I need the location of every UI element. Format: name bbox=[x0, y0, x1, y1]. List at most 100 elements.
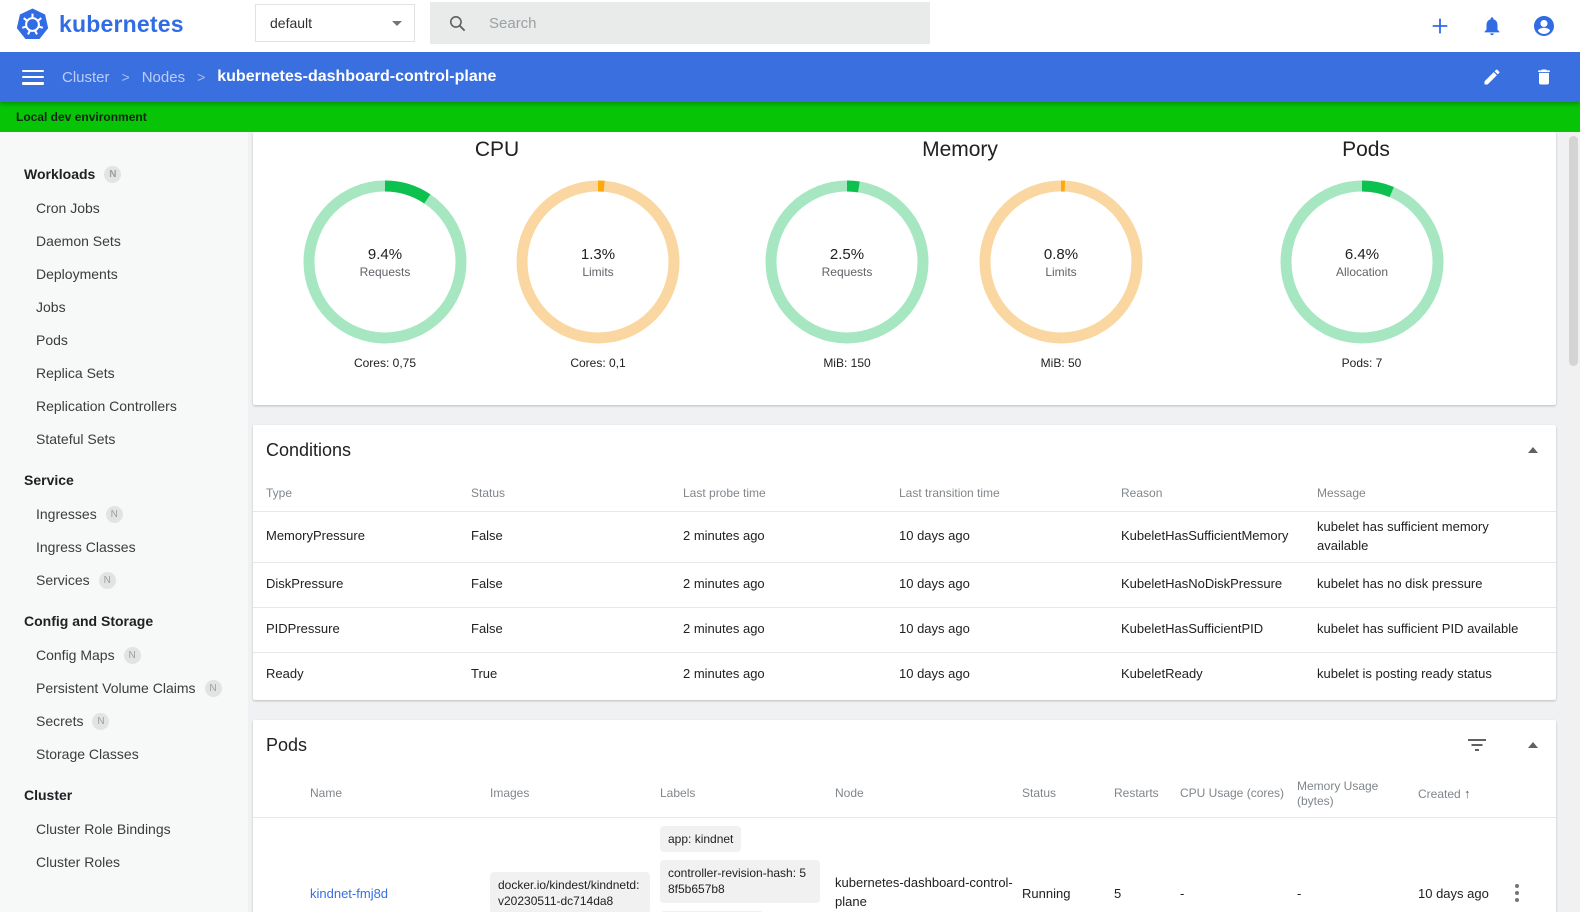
environment-banner: Local dev environment bbox=[0, 102, 1580, 132]
table-row: PIDPressure False 2 minutes ago 10 days … bbox=[253, 606, 1556, 652]
account-button[interactable] bbox=[1532, 14, 1556, 38]
filter-icon[interactable] bbox=[1468, 738, 1486, 752]
sort-ascending-icon: ↑ bbox=[1464, 785, 1471, 801]
breadcrumb-nodes[interactable]: Nodes bbox=[142, 69, 185, 86]
sidebar-item-pods[interactable]: Pods bbox=[0, 324, 248, 357]
metric-title-pods: Pods bbox=[1342, 138, 1390, 161]
sidebar-item-secrets[interactable]: Secrets N bbox=[0, 705, 248, 738]
top-app-bar: kubernetes default Search bbox=[0, 0, 1580, 52]
sidebar-section-workloads[interactable]: Workloads N bbox=[0, 156, 248, 192]
main-content: CPU Memory Pods 9.4% Requests Cores: 0,7… bbox=[248, 132, 1580, 912]
sidebar-item-daemon-sets[interactable]: Daemon Sets bbox=[0, 225, 248, 258]
kubernetes-wheel-icon bbox=[16, 8, 49, 39]
donut-memory-limits: 0.8% Limits MiB: 50 bbox=[977, 178, 1145, 370]
table-row: kindnet-fmj8d docker.io/kindest/kindnetd… bbox=[253, 818, 1556, 912]
pod-created: 10 days ago bbox=[1418, 885, 1489, 901]
conditions-header-row: Type Status Last probe time Last transit… bbox=[253, 475, 1556, 511]
pod-memory-usage: - bbox=[1297, 885, 1302, 901]
sidebar-item-services[interactable]: Services N bbox=[0, 564, 248, 597]
col-type: Type bbox=[266, 486, 293, 500]
pods-title: Pods bbox=[266, 734, 308, 755]
pod-cpu-usage: - bbox=[1180, 885, 1185, 901]
namespaced-badge: N bbox=[204, 680, 222, 697]
sidebar-item-persistent-volume-claims[interactable]: Persistent Volume Claims N bbox=[0, 672, 248, 705]
col-message: Message bbox=[1317, 486, 1366, 500]
sidebar-item-replica-sets[interactable]: Replica Sets bbox=[0, 357, 248, 390]
sidebar-item-deployments[interactable]: Deployments bbox=[0, 258, 248, 291]
sidebar-item-config-maps[interactable]: Config Maps N bbox=[0, 639, 248, 672]
col-node[interactable]: Node bbox=[835, 786, 1022, 800]
scrollbar-thumb[interactable] bbox=[1569, 136, 1578, 366]
delete-trash-button[interactable] bbox=[1532, 65, 1556, 89]
sidebar-item-ingresses[interactable]: Ingresses N bbox=[0, 498, 248, 531]
image-chip: docker.io/kindest/kindnetd:v20230511-dc7… bbox=[490, 871, 650, 912]
sidebar-item-storage-classes[interactable]: Storage Classes bbox=[0, 738, 248, 771]
table-row: DiskPressure False 2 minutes ago 10 days… bbox=[253, 561, 1556, 607]
donut-memory-requests: 2.5% Requests MiB: 150 bbox=[763, 178, 931, 370]
breadcrumb-bar: Cluster > Nodes > kubernetes-dashboard-c… bbox=[0, 52, 1580, 102]
col-created[interactable]: Created ↑ bbox=[1418, 786, 1502, 802]
sidebar-section-config-storage[interactable]: Config and Storage bbox=[0, 603, 248, 639]
sidebar-item-jobs[interactable]: Jobs bbox=[0, 291, 248, 324]
namespace-selector[interactable]: default bbox=[255, 4, 415, 42]
namespaced-badge: N bbox=[98, 572, 116, 589]
sidebar-item-cluster-roles[interactable]: Cluster Roles bbox=[0, 846, 248, 879]
pod-node: kubernetes-dashboard-control-plane bbox=[835, 875, 1013, 909]
pod-restarts: 5 bbox=[1114, 885, 1122, 901]
collapse-caret-icon[interactable] bbox=[1528, 742, 1538, 748]
scrollbar[interactable] bbox=[1567, 132, 1580, 912]
label-chip: controller-revision-hash: 58f5b657b8 bbox=[660, 860, 820, 903]
col-name[interactable]: Name bbox=[310, 786, 490, 800]
brand-name: kubernetes bbox=[59, 11, 184, 37]
sidebar-item-cron-jobs[interactable]: Cron Jobs bbox=[0, 192, 248, 225]
col-restarts[interactable]: Restarts bbox=[1114, 786, 1180, 800]
conditions-card: Conditions Type Status Last probe time L… bbox=[253, 425, 1556, 700]
breadcrumb-separator: > bbox=[121, 69, 130, 85]
kubernetes-logo[interactable]: kubernetes bbox=[16, 8, 184, 41]
col-cpu-usage[interactable]: CPU Usage (cores) bbox=[1180, 786, 1297, 800]
sidebar-item-cluster-role-bindings[interactable]: Cluster Role Bindings bbox=[0, 813, 248, 846]
sidebar-item-ingress-classes[interactable]: Ingress Classes bbox=[0, 531, 248, 564]
node-allocation-card: CPU Memory Pods 9.4% Requests Cores: 0,7… bbox=[253, 132, 1556, 405]
sidebar-section-cluster[interactable]: Cluster bbox=[0, 777, 248, 813]
pods-header-row: Name Images Labels Node Status Restarts … bbox=[253, 770, 1556, 818]
search-input[interactable]: Search bbox=[430, 2, 930, 44]
page-title: kubernetes-dashboard-control-plane bbox=[217, 68, 497, 85]
label-chip: app: kindnet bbox=[660, 826, 742, 853]
sidebar-nav: Workloads N Cron Jobs Daemon Sets Deploy… bbox=[0, 132, 248, 912]
metric-title-cpu: CPU bbox=[474, 138, 520, 161]
collapse-caret-icon[interactable] bbox=[1528, 447, 1538, 453]
menu-hamburger-button[interactable] bbox=[22, 69, 44, 85]
sidebar-item-replication-controllers[interactable]: Replication Controllers bbox=[0, 390, 248, 423]
search-placeholder: Search bbox=[489, 14, 537, 32]
donut-cpu-limits: 1.3% Limits Cores: 0,1 bbox=[514, 178, 682, 370]
edit-pencil-button[interactable] bbox=[1480, 65, 1504, 89]
namespaced-badge: N bbox=[92, 713, 110, 730]
breadcrumb-cluster[interactable]: Cluster bbox=[62, 69, 110, 86]
breadcrumb: Cluster > Nodes > kubernetes-dashboard-c… bbox=[62, 68, 496, 86]
row-actions-kebab-icon[interactable] bbox=[1502, 880, 1532, 906]
environment-banner-text: Local dev environment bbox=[16, 110, 147, 124]
col-labels: Labels bbox=[660, 786, 696, 801]
namespace-value: default bbox=[270, 15, 313, 31]
create-plus-button[interactable] bbox=[1428, 14, 1452, 38]
donut-cpu-requests: 9.4% Requests Cores: 0,75 bbox=[301, 178, 469, 370]
pod-status: Running bbox=[1022, 885, 1071, 901]
col-images[interactable]: Images bbox=[490, 786, 660, 800]
table-row: MemoryPressure False 2 minutes ago 10 da… bbox=[253, 511, 1556, 562]
col-last-transition-time: Last transition time bbox=[899, 486, 1000, 500]
pods-card: Pods Name Images Labels Node Status Rest… bbox=[253, 720, 1556, 912]
col-last-probe-time: Last probe time bbox=[683, 486, 766, 500]
pod-name-link[interactable]: kindnet-fmj8d bbox=[310, 886, 388, 901]
breadcrumb-separator: > bbox=[197, 69, 206, 85]
chevron-down-icon bbox=[392, 20, 402, 26]
namespaced-badge: N bbox=[104, 165, 122, 183]
metric-title-memory: Memory bbox=[922, 138, 998, 161]
col-memory-usage[interactable]: Memory Usage (bytes) bbox=[1297, 779, 1418, 808]
col-status[interactable]: Status bbox=[1022, 786, 1114, 800]
notifications-bell-button[interactable] bbox=[1480, 14, 1504, 38]
sidebar-section-service[interactable]: Service bbox=[0, 462, 248, 498]
conditions-title: Conditions bbox=[266, 439, 352, 460]
namespaced-badge: N bbox=[105, 506, 123, 523]
sidebar-item-stateful-sets[interactable]: Stateful Sets bbox=[0, 423, 248, 456]
